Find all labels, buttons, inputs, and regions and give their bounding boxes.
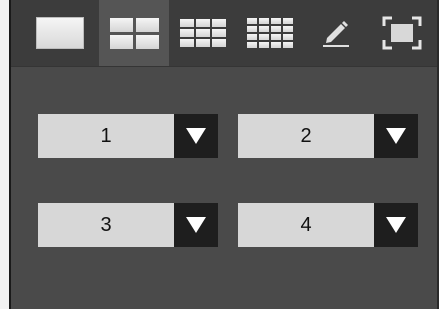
dropdown-button[interactable] <box>374 114 418 158</box>
layout-toolbar <box>11 0 437 67</box>
triangle-down-icon <box>386 217 406 233</box>
sixteen-view-button[interactable] <box>237 0 303 66</box>
channel-select-1[interactable]: 1 <box>38 114 218 158</box>
channel-select-value: 1 <box>38 114 174 158</box>
channel-select-value: 3 <box>38 203 174 247</box>
sixteen-view-icon <box>247 18 293 48</box>
dropdown-button[interactable] <box>374 203 418 247</box>
channel-select-value: 2 <box>238 114 374 158</box>
nine-view-button[interactable] <box>169 0 237 66</box>
pencil-icon <box>323 21 349 47</box>
dropdown-button[interactable] <box>174 203 218 247</box>
triangle-down-icon <box>386 128 406 144</box>
channel-select-3[interactable]: 3 <box>38 203 218 247</box>
quad-view-icon <box>109 17 159 49</box>
edit-button[interactable] <box>303 0 369 66</box>
triangle-down-icon <box>186 217 206 233</box>
triangle-down-icon <box>186 128 206 144</box>
dropdown-button[interactable] <box>174 114 218 158</box>
single-view-icon <box>36 17 84 49</box>
window-frame-left <box>0 0 11 309</box>
channel-select-2[interactable]: 2 <box>238 114 418 158</box>
channel-select-value: 4 <box>238 203 374 247</box>
nine-view-icon <box>180 19 226 47</box>
quad-view-button[interactable] <box>99 0 169 66</box>
channel-select-4[interactable]: 4 <box>238 203 418 247</box>
single-view-button[interactable] <box>21 0 99 66</box>
fullscreen-button[interactable] <box>369 0 435 66</box>
fullscreen-icon <box>382 16 422 50</box>
split-view-panel: 1 2 3 4 <box>11 0 439 309</box>
